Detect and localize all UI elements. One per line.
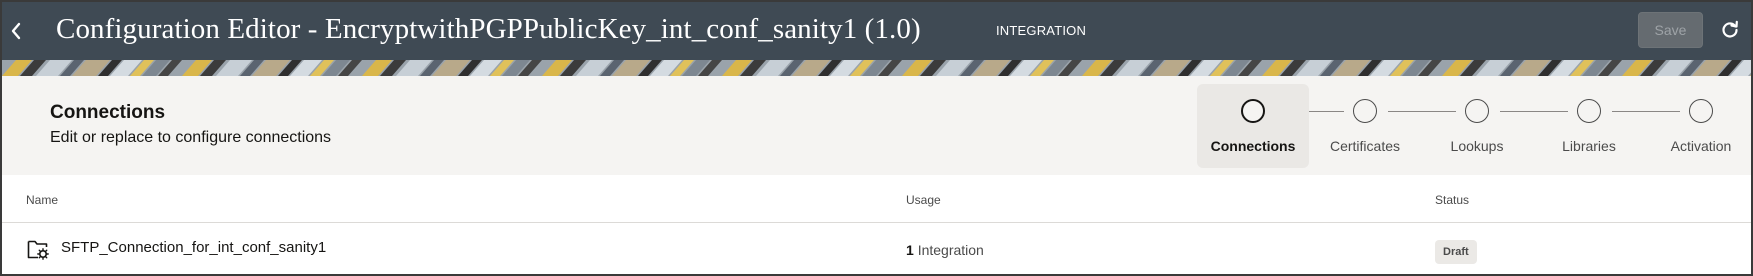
step-lookups[interactable]: Lookups <box>1421 84 1533 168</box>
step-indicator <box>1689 99 1713 123</box>
column-header-usage[interactable]: Usage <box>906 193 941 207</box>
step-label: Certificates <box>1329 138 1401 154</box>
step-label: Connections <box>1210 138 1296 154</box>
status-badge: Draft <box>1435 240 1477 264</box>
section-subtitle: Edit or replace to configure connections <box>50 129 332 146</box>
step-indicator <box>1577 99 1601 123</box>
configuration-stepper: Connections Certificates Lookups Librari… <box>1197 84 1751 168</box>
connections-section-header: Connections Edit or replace to configure… <box>2 76 1751 175</box>
save-button[interactable]: Save <box>1638 12 1703 48</box>
step-indicator <box>1241 99 1265 123</box>
usage-cell: 1 Integration <box>906 242 984 258</box>
page-header: Configuration Editor - EncryptwithPGPPub… <box>2 2 1751 60</box>
connection-name[interactable]: SFTP_Connection_for_int_conf_sanity1 <box>61 239 326 256</box>
refresh-icon <box>1722 20 1738 38</box>
integration-type-label: INTEGRATION <box>996 23 1087 38</box>
section-title: Connections <box>50 102 166 123</box>
column-header-name[interactable]: Name <box>26 193 58 207</box>
column-header-status[interactable]: Status <box>1435 193 1469 207</box>
step-activation[interactable]: Activation <box>1645 84 1751 168</box>
configuration-editor-window: Configuration Editor - EncryptwithPGPPub… <box>0 0 1753 276</box>
usage-count: 1 <box>906 242 914 258</box>
step-libraries[interactable]: Libraries <box>1533 84 1645 168</box>
page-title: Configuration Editor - EncryptwithPGPPub… <box>56 13 921 45</box>
folder-connection-icon <box>26 237 50 261</box>
step-indicator <box>1465 99 1489 123</box>
step-indicator <box>1353 99 1377 123</box>
usage-label: Integration <box>917 242 984 258</box>
step-label: Activation <box>1670 138 1732 154</box>
chevron-left-icon <box>11 22 21 40</box>
step-connections[interactable]: Connections <box>1197 84 1309 168</box>
table-header: Name Usage Status <box>2 175 1751 223</box>
refresh-button[interactable] <box>1718 18 1742 42</box>
decorative-banner <box>2 60 1751 76</box>
step-label: Lookups <box>1450 138 1504 154</box>
table-row[interactable]: SFTP_Connection_for_int_conf_sanity1 1 I… <box>2 224 1751 274</box>
step-certificates[interactable]: Certificates <box>1309 84 1421 168</box>
back-button[interactable] <box>4 16 28 46</box>
step-label: Libraries <box>1562 138 1616 154</box>
